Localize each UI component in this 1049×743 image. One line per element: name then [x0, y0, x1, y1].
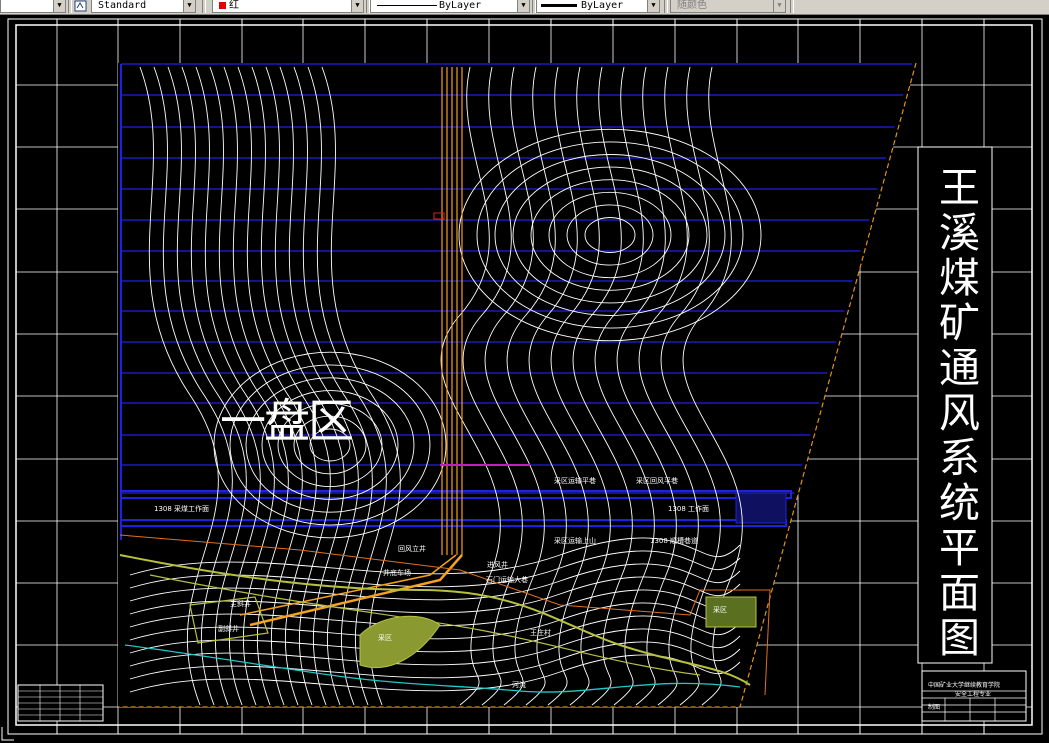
hatched-block: [735, 492, 787, 524]
plot-style-dropdown: 随颜色 ▼: [670, 0, 786, 13]
linetype-value: ByLayer: [439, 0, 482, 11]
linetype-dropdown[interactable]: ByLayer ▼: [370, 0, 530, 13]
text-style-icon[interactable]: [74, 0, 87, 12]
cad-drawing: [1, 18, 1043, 741]
text-style-dropdown[interactable]: Standard ▼: [91, 0, 196, 13]
drawing-title-box: 王溪煤矿通风系统平面图: [918, 163, 992, 663]
shaft-label-1: 回风立井: [398, 545, 426, 553]
river-label: 河流: [512, 681, 526, 689]
shaft-label-4: 副斜井: [218, 625, 239, 633]
color-dropdown[interactable]: 红 ▼: [212, 0, 364, 13]
roadway-label-4: 1308 顺槽巷道: [650, 537, 699, 545]
face-label-2: 1308 工作面: [668, 505, 710, 513]
crosscut-label: 石门运输大巷: [486, 576, 528, 584]
title-block-org: 中国矿业大学继续教育学院: [928, 682, 1001, 689]
color-swatch: [219, 2, 226, 9]
roadway-label-2: 采区回风平巷: [636, 477, 678, 485]
chevron-down-icon[interactable]: ▼: [53, 0, 65, 12]
pit-label-2: 采区: [713, 606, 727, 614]
yard-label: 井底车场: [383, 569, 411, 577]
lineweight-value: ByLayer: [581, 0, 624, 11]
shaft-label-3: 主斜井: [230, 600, 251, 608]
text-style-value: Standard: [98, 0, 147, 11]
chevron-down-icon[interactable]: ▼: [351, 0, 363, 12]
village-label: 王庄村: [530, 629, 551, 637]
face-label-1: 1308 采煤工作面: [154, 505, 210, 513]
title-block-dept: 安全工程专业: [955, 691, 992, 698]
linetype-sample: [377, 5, 437, 6]
lineweight-dropdown[interactable]: ByLayer ▼: [536, 0, 660, 13]
pit-label-1: 采区: [378, 634, 392, 642]
model-space-canvas[interactable]: 王溪煤矿通风系统平面图 一盘区 1308 采煤工作面 1308 工作面 采区运输…: [0, 15, 1049, 743]
title-block-drawn: 制图: [928, 704, 941, 711]
plot-style-value: 随颜色: [677, 0, 707, 11]
properties-toolbar: ▼ Standard ▼ 红 ▼ ByLayer ▼ ByLayer ▼ 随颜色…: [0, 0, 1049, 15]
color-value: 红: [229, 0, 239, 11]
lineweight-sample: [541, 4, 577, 7]
roadway-label-3: 采区运输上山: [554, 537, 596, 545]
panel-area-label: 一盘区: [220, 394, 354, 448]
chevron-down-icon[interactable]: ▼: [517, 0, 529, 12]
roadway-label-1: 采区运输平巷: [554, 477, 596, 485]
drawing-title: 王溪煤矿通风系统平面图: [931, 165, 980, 661]
chevron-down-icon[interactable]: ▼: [183, 0, 195, 12]
chevron-down-icon: ▼: [773, 0, 785, 12]
chevron-down-icon[interactable]: ▼: [647, 0, 659, 12]
layer-dropdown[interactable]: ▼: [0, 0, 66, 13]
shaft-label-2: 进风井: [487, 561, 508, 569]
